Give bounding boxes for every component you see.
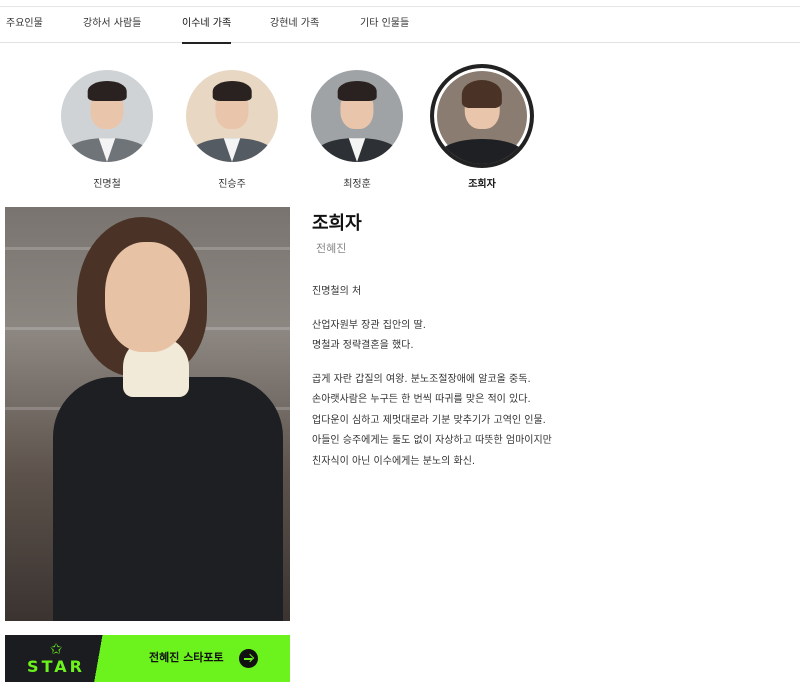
- star-logo: ✩ STAR: [21, 642, 91, 677]
- star-photo-link-label: 전혜진 스타포토: [149, 651, 224, 664]
- tab-main-characters[interactable]: 주요인물: [6, 7, 43, 43]
- description-line: 친자식이 아닌 이수에게는 분노의 화신.: [312, 455, 476, 467]
- star-photo-banner[interactable]: ✩ STAR 전혜진 스타포토: [5, 635, 290, 682]
- character-name: 진승주: [218, 179, 246, 190]
- hair-shape: [212, 81, 252, 102]
- description-line: 아들인 승주에게는 둘도 없이 자상하고 따뜻한 엄마이지만: [312, 435, 552, 446]
- character-avatar: [430, 64, 534, 168]
- character-info: 조희자 전혜진 진명철의 처 산업자원부 장관 집안의 딸. 명철과 정략결혼을…: [312, 212, 782, 485]
- character-title: 조희자: [312, 213, 362, 234]
- character-description: 진명철의 처 산업자원부 장관 집안의 딸. 명철과 정략결혼을 했다. 곱게 …: [312, 282, 782, 472]
- character-card-jin-seungju[interactable]: 진승주: [177, 60, 287, 190]
- character-card-choi-jeonghun[interactable]: 최정훈: [302, 60, 412, 190]
- arrow-right-icon: [239, 649, 258, 668]
- description-line: 산업자원부 장관 집안의 딸.: [312, 319, 426, 331]
- character-name: 최정훈: [343, 179, 371, 190]
- character-name: 조희자: [468, 179, 496, 190]
- character-card-jin-myeongcheol[interactable]: 진명철: [52, 60, 162, 190]
- tab-kanghyun-family[interactable]: 강현네 가족: [270, 7, 319, 43]
- description-paragraph: 곱게 자란 갑질의 여왕. 분노조절장애에 알코올 중독. 손아랫사람은 누구든…: [312, 370, 782, 473]
- suit-shape: [437, 139, 527, 164]
- tab-kanghaseo-people[interactable]: 강하서 사람들: [83, 7, 141, 43]
- tab-other-characters[interactable]: 기타 인물들: [360, 7, 409, 43]
- vest-shape: [53, 377, 283, 621]
- description-line: 진명철의 처: [312, 286, 362, 297]
- description-line: 명철과 정략결혼을 했다.: [312, 340, 414, 351]
- tab-isu-family[interactable]: 이수네 가족: [182, 7, 232, 44]
- character-avatar: [61, 70, 153, 162]
- description-paragraph: 산업자원부 장관 집안의 딸. 명철과 정략결혼을 했다.: [312, 316, 782, 357]
- hair-shape: [461, 79, 503, 109]
- description-paragraph: 진명철의 처: [312, 282, 782, 303]
- description-line: 손아랫사람은 누구든 한 번씩 따귀를 맞은 적이 있다.: [312, 394, 531, 405]
- character-photo: [5, 207, 290, 621]
- character-card-jo-heeja[interactable]: 조희자: [427, 60, 537, 190]
- hair-shape: [87, 81, 127, 102]
- face-shape: [105, 242, 190, 352]
- description-line: 곱게 자란 갑질의 여왕. 분노조절장애에 알코올 중독.: [312, 373, 531, 385]
- actor-name: 전혜진: [316, 242, 347, 255]
- hair-shape: [337, 81, 377, 102]
- star-icon: ✩: [49, 640, 63, 658]
- character-selector: 진명철 진승주 최정훈 조희자: [0, 60, 800, 190]
- character-avatar: [311, 70, 403, 162]
- star-logo-text: STAR: [27, 657, 85, 676]
- character-avatar: [186, 70, 278, 162]
- character-name: 진명철: [93, 179, 121, 190]
- category-tabs: 주요인물 강하서 사람들 이수네 가족 강현네 가족 기타 인물들: [0, 7, 800, 44]
- description-line: 업다운이 심하고 제멋대로라 기분 맞추기가 고역인 인물.: [312, 414, 546, 426]
